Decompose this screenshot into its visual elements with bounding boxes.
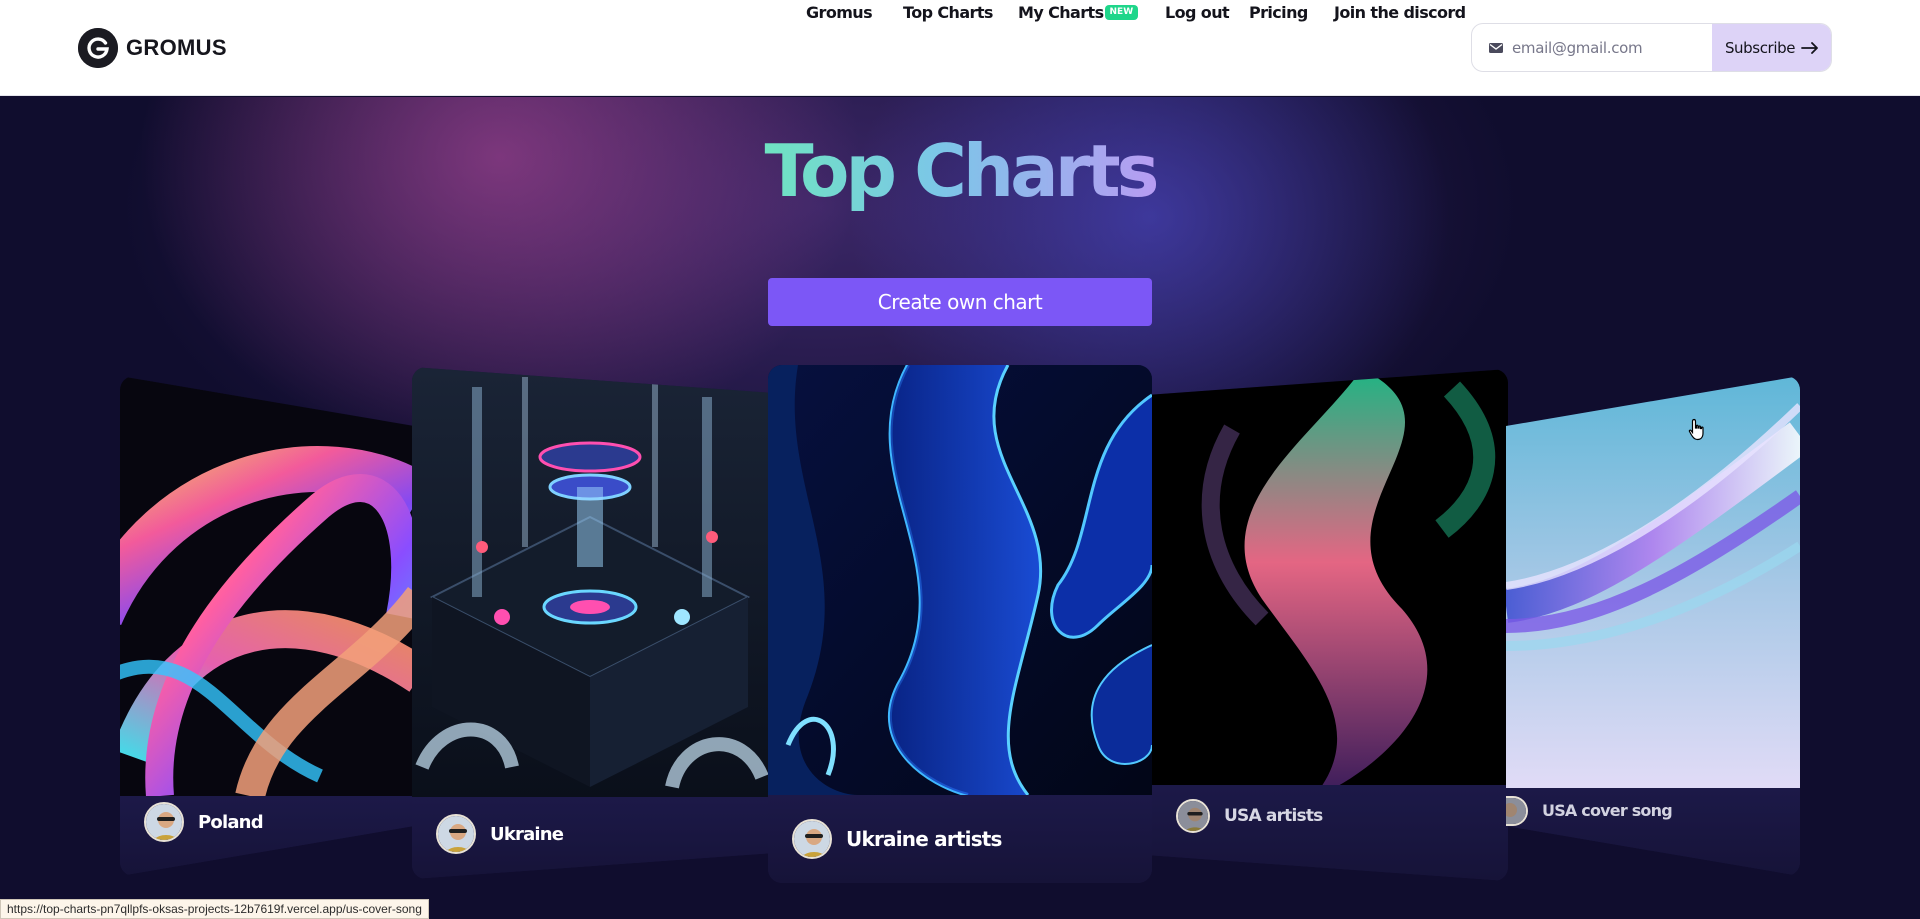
card-footer: Ukraine	[412, 797, 768, 879]
chart-card-ukraine-artists[interactable]: Ukraine artists	[768, 365, 1152, 883]
subscribe-button[interactable]: Subscribe	[1712, 24, 1831, 71]
logo[interactable]: GROMUS	[78, 28, 227, 68]
chart-card-ukraine[interactable]: Ukraine	[412, 367, 768, 879]
nav-pricing[interactable]: Pricing	[1249, 0, 1308, 26]
logo-text: GROMUS	[126, 35, 227, 60]
gromus-logo-icon	[78, 28, 118, 68]
rainbow-swirl-artwork	[120, 376, 414, 796]
nav-my-charts[interactable]: My Charts NEW	[1018, 0, 1139, 26]
nav-my-charts-label: My Charts	[1018, 3, 1104, 22]
hero-section: Top Charts Create own chart Poland Ukrai…	[0, 97, 1920, 919]
page-title: Top Charts	[764, 129, 1159, 213]
card-footer: Poland	[120, 796, 414, 876]
blue-waves-artwork	[768, 365, 1152, 795]
chart-card-usa-cover-song[interactable]: USA cover song	[1506, 376, 1800, 876]
card-footer: USA artists	[1152, 785, 1508, 881]
avatar	[1506, 796, 1528, 826]
pastel-ribbons-artwork	[1506, 376, 1800, 796]
arrow-right-icon	[1801, 41, 1818, 54]
status-bar-url: https://top-charts-pn7qllpfs-oksas-proje…	[0, 899, 429, 919]
nav-top-charts[interactable]: Top Charts	[903, 0, 993, 26]
subscribe-form: Subscribe	[1471, 23, 1832, 72]
nav-join-discord[interactable]: Join the discord	[1334, 0, 1466, 26]
avatar	[1176, 799, 1210, 833]
avatar	[792, 819, 832, 859]
chart-card-poland[interactable]: Poland	[120, 376, 414, 876]
create-own-chart-button[interactable]: Create own chart	[768, 278, 1152, 326]
card-footer: USA cover song	[1506, 788, 1800, 876]
avatar	[144, 802, 184, 842]
hand-pointer-cursor-icon	[1688, 418, 1704, 441]
chart-card-usa-artists[interactable]: USA artists	[1152, 369, 1508, 881]
card-label: Ukraine	[490, 823, 564, 845]
card-label: Ukraine artists	[846, 827, 1002, 851]
card-label: Poland	[198, 811, 264, 833]
nav-gromus[interactable]: Gromus	[806, 0, 873, 26]
site-header: GROMUS Gromus Top Charts My Charts NEW Lo…	[0, 0, 1920, 96]
mail-icon	[1489, 43, 1503, 53]
card-label: USA artists	[1224, 806, 1323, 826]
glass-machine-artwork	[412, 367, 768, 799]
avatar	[436, 814, 476, 854]
card-label: USA cover song	[1542, 801, 1673, 820]
aurora-flame-artwork	[1152, 369, 1508, 801]
new-badge: NEW	[1104, 5, 1139, 20]
nav-log-out[interactable]: Log out	[1165, 0, 1230, 26]
card-footer: Ukraine artists	[768, 795, 1152, 883]
subscribe-button-label: Subscribe	[1724, 38, 1796, 57]
